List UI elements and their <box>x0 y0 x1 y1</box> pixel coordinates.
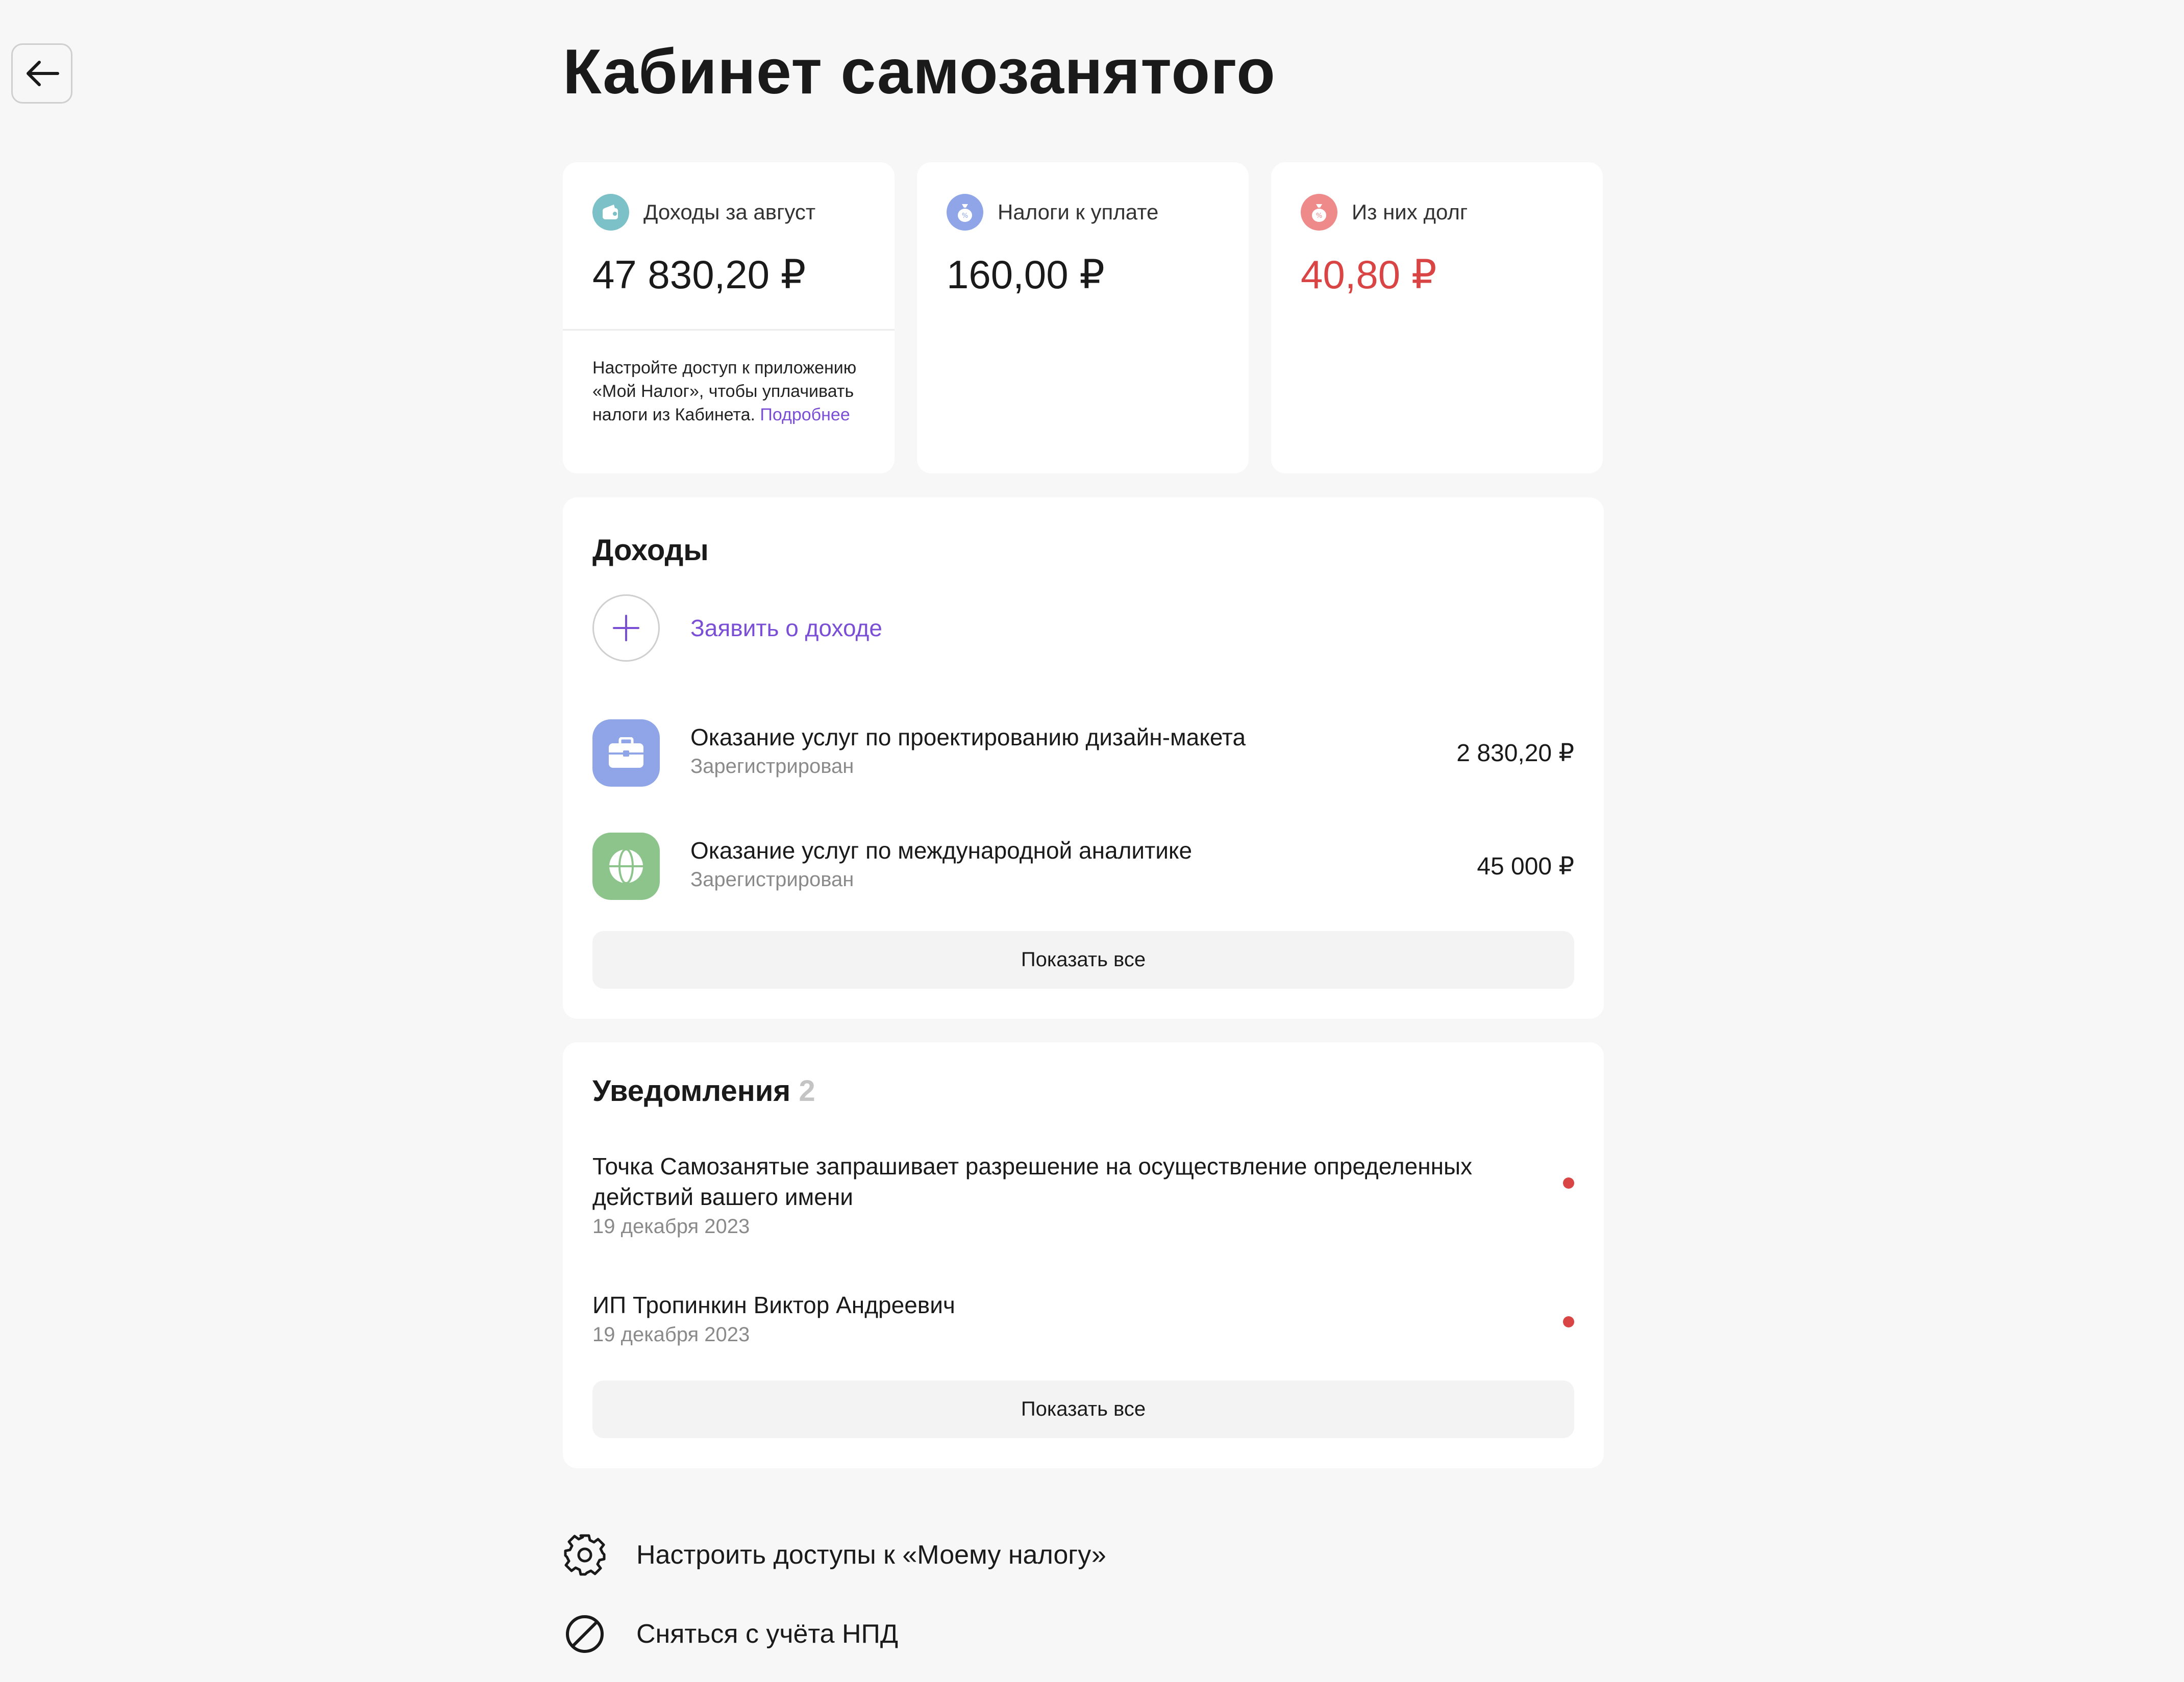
arrow-left-icon <box>27 61 59 86</box>
notification-item[interactable]: ИП Тропинкин Виктор Андреевич 19 декабря… <box>592 1290 1574 1346</box>
stat-card-income: Доходы за август 47 830,20 ₽ Настройте д… <box>563 162 895 473</box>
notifications-section-title: Уведомления 2 <box>592 1074 815 1108</box>
stats-note: Настройте доступ к приложению «Мой Налог… <box>592 356 878 426</box>
declare-income-button[interactable]: Заявить о доходе <box>592 594 882 662</box>
income-item-status: Зарегистрирован <box>690 755 854 777</box>
money-bag-icon: % <box>1301 194 1337 231</box>
notification-title: ИП Тропинкин Виктор Андреевич <box>592 1292 955 1318</box>
notification-item[interactable]: Точка Самозанятые запрашивает разрешение… <box>592 1151 1574 1238</box>
notifications-card: Уведомления 2 Точка Самозанятые запрашив… <box>563 1042 1604 1468</box>
gear-icon <box>563 1533 607 1577</box>
deregister-label: Сняться с учёта НПД <box>636 1619 899 1649</box>
notifications-count: 2 <box>799 1074 815 1108</box>
income-item[interactable]: Оказание услуг по международной аналитик… <box>592 833 1574 901</box>
svg-text:%: % <box>962 212 968 220</box>
income-item[interactable]: Оказание услуг по проектированию дизайн-… <box>592 719 1574 788</box>
divider <box>563 329 895 331</box>
income-item-amount: 2 830,20 ₽ <box>1456 740 1574 767</box>
income-item-amount: 45 000 ₽ <box>1477 853 1574 880</box>
money-bag-icon: % <box>947 194 983 231</box>
unread-dot <box>1563 1316 1574 1327</box>
globe-icon <box>592 833 660 900</box>
stat-card-taxes: % Налоги к уплате 160,00 ₽ <box>917 162 1249 473</box>
notification-date: 19 декабря 2023 <box>592 1323 750 1346</box>
stat-label: Доходы за август <box>643 200 816 224</box>
page-title: Кабинет самозанятого <box>563 37 1276 107</box>
income-item-title: Оказание услуг по международной аналитик… <box>690 837 1193 864</box>
stat-label: Налоги к уплате <box>998 200 1159 224</box>
show-all-income-button[interactable]: Показать все <box>592 931 1574 989</box>
back-button[interactable] <box>11 43 72 104</box>
income-section-title: Доходы <box>592 534 709 567</box>
svg-text:%: % <box>1316 212 1322 220</box>
wallet-icon <box>592 194 629 231</box>
notification-title: Точка Самозанятые запрашивает разрешение… <box>592 1153 1473 1210</box>
more-link[interactable]: Подробнее <box>760 405 850 424</box>
income-item-status: Зарегистрирован <box>690 868 854 891</box>
stat-card-debt: % Из них долг 40,80 ₽ <box>1271 162 1603 473</box>
configure-access-action[interactable]: Настроить доступы к «Моему налогу» <box>563 1533 1106 1577</box>
notification-date: 19 декабря 2023 <box>592 1215 750 1238</box>
stat-label: Из них долг <box>1352 200 1468 224</box>
plus-icon <box>592 594 660 662</box>
income-card: Доходы Заявить о доходе Оказание услуг п… <box>563 497 1604 1019</box>
unread-dot <box>1563 1177 1574 1189</box>
briefcase-icon <box>592 719 660 787</box>
block-icon <box>563 1612 607 1656</box>
configure-access-label: Настроить доступы к «Моему налогу» <box>636 1540 1106 1570</box>
notifications-title: Уведомления <box>592 1074 791 1108</box>
show-all-notifications-button[interactable]: Показать все <box>592 1380 1574 1438</box>
declare-income-label: Заявить о доходе <box>690 615 882 641</box>
income-item-title: Оказание услуг по проектированию дизайн-… <box>690 724 1246 750</box>
stat-value: 160,00 ₽ <box>947 252 1105 297</box>
deregister-action[interactable]: Сняться с учёта НПД <box>563 1612 898 1656</box>
stat-value-debt: 40,80 ₽ <box>1301 252 1437 297</box>
stat-value: 47 830,20 ₽ <box>592 252 806 297</box>
